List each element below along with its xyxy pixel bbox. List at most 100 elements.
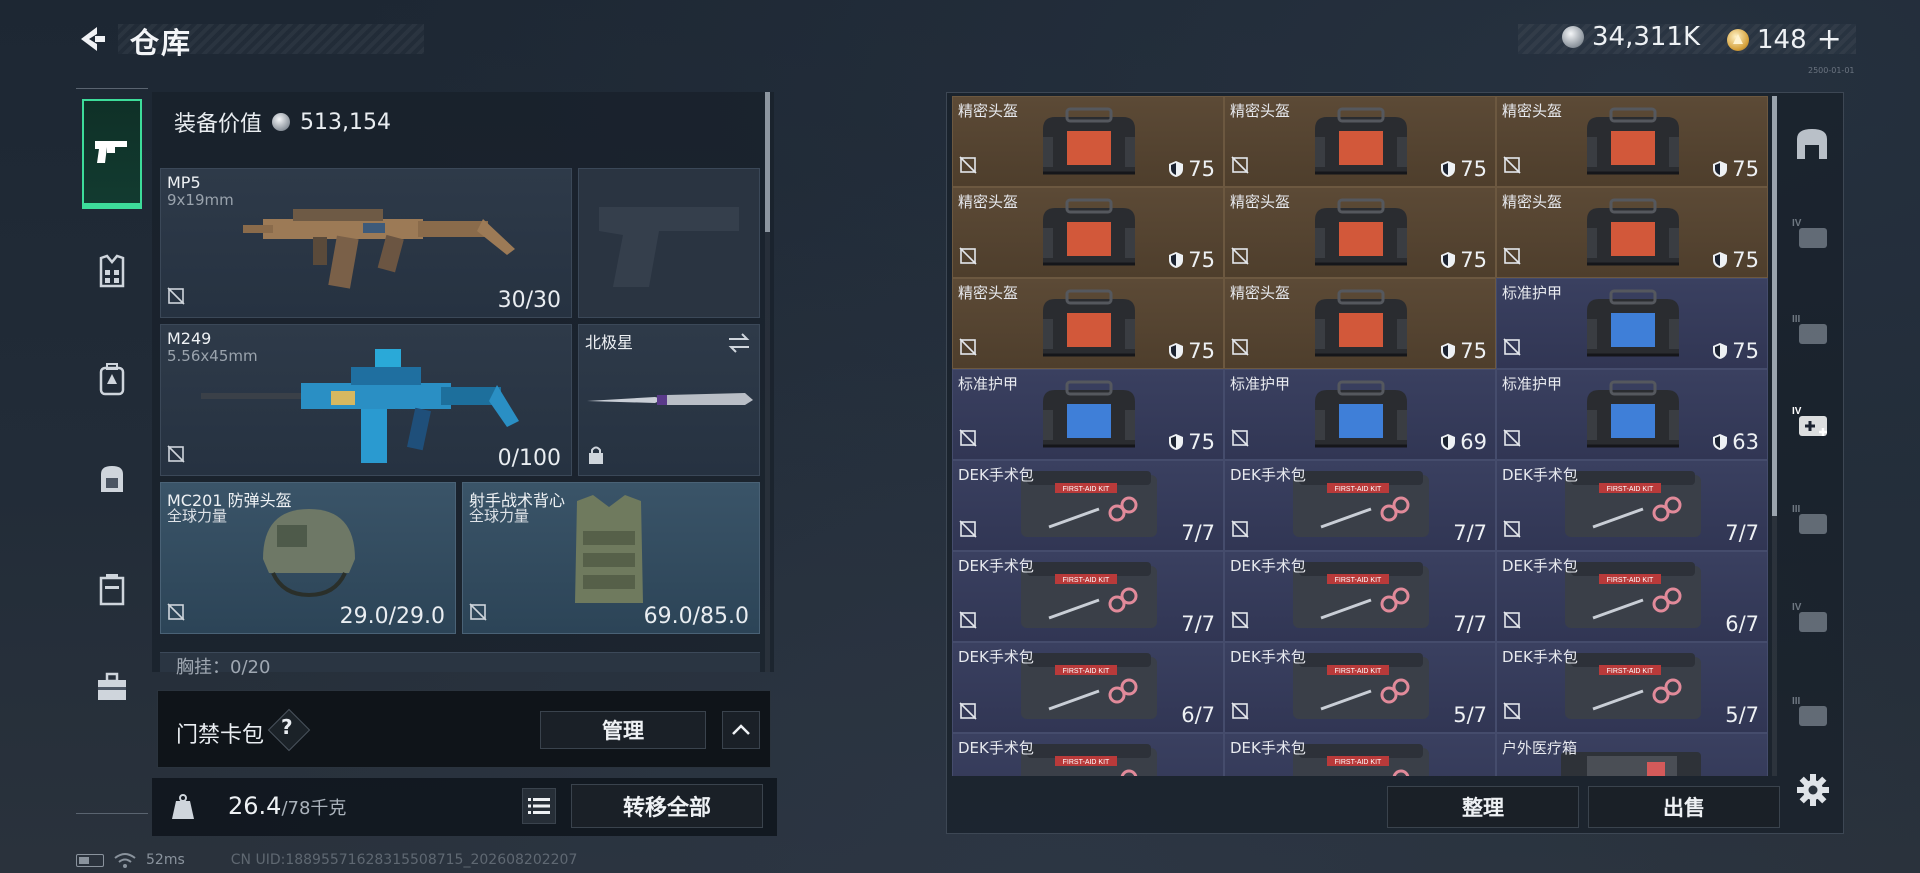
unmodifiable-icon <box>1231 156 1249 178</box>
warehouse-item-cell[interactable]: 精密头盔 75 <box>1224 96 1496 187</box>
unmodifiable-icon <box>1231 702 1249 724</box>
back-button[interactable] <box>74 22 108 56</box>
warehouse-item-cell[interactable]: 精密头盔 75 <box>952 278 1224 369</box>
item-name: 精密头盔 <box>1230 102 1291 120</box>
warehouse-item-cell[interactable]: FIRST-AID KIT DEK手术包 5/7 <box>1496 642 1768 733</box>
warehouse-item-cell[interactable]: FIRST-AID KIT DEK手术包 7/7 <box>952 460 1224 551</box>
item-value-text: 5/7 <box>1725 703 1759 727</box>
warehouse-item-cell[interactable]: 标准护甲 63 <box>1496 369 1768 460</box>
settings-button[interactable] <box>1793 770 1833 810</box>
item-name: DEK手术包 <box>958 466 1034 484</box>
warehouse-screen: 仓库 34,311K 148 + 2500-01-01 装备价值 513,154… <box>0 0 1920 873</box>
warehouse-item-cell[interactable]: FIRST-AID KIT DEK手术包 7/7 <box>1224 460 1496 551</box>
warehouse-item-cell[interactable]: 精密头盔 75 <box>1496 187 1768 278</box>
warehouse-item-cell[interactable]: 精密头盔 75 <box>1496 96 1768 187</box>
item-value: 7/7 <box>1725 521 1759 545</box>
durability-shield-icon <box>1441 434 1456 450</box>
item-name: DEK手术包 <box>1230 739 1306 757</box>
filter-item[interactable]: IV <box>1790 212 1834 256</box>
transfer-all-button[interactable]: 转移全部 <box>571 784 763 828</box>
warehouse-item-cell[interactable]: 标准护甲 75 <box>952 369 1224 460</box>
item-name: DEK手术包 <box>1230 648 1306 666</box>
weight-max: /78千克 <box>281 798 347 819</box>
warehouse-item-cell[interactable]: FIRST-AID KIT DEK手术包 <box>952 733 1224 776</box>
item-name: 精密头盔 <box>1502 102 1563 120</box>
helmet-slot[interactable]: MC201 防弹头盔 全球力量 29.0/29.0 <box>160 482 456 634</box>
filter-item[interactable]: III <box>1790 498 1834 542</box>
durability-shield-icon <box>1169 434 1184 450</box>
item-value-text: 75 <box>1188 430 1215 454</box>
warehouse-item-cell[interactable]: 精密头盔 75 <box>1224 187 1496 278</box>
filter-item[interactable]: IV <box>1790 596 1834 640</box>
keycard-bar: 门禁卡包 ? 管理 <box>157 690 771 768</box>
armor-slot[interactable]: 射手战术背心 全球力量 69.0/85.0 <box>462 482 760 634</box>
warehouse-scroll-thumb[interactable] <box>1772 96 1777 516</box>
rail-item-backpack[interactable] <box>82 349 142 409</box>
filter-item[interactable]: III <box>1790 690 1834 734</box>
add-currency-button[interactable]: + <box>1817 22 1842 57</box>
knife-image <box>587 393 753 405</box>
warehouse-item-cell[interactable]: 精密头盔 75 <box>952 187 1224 278</box>
unmodifiable-icon <box>1503 520 1521 542</box>
chest-rig-row[interactable]: 胸挂：0/20 <box>160 652 760 678</box>
item-value-text: 63 <box>1732 430 1759 454</box>
warehouse-item-cell[interactable]: FIRST-AID KIT DEK手术包 6/7 <box>1496 551 1768 642</box>
gold-coin-icon <box>1727 28 1749 51</box>
rail-item-container[interactable] <box>82 559 142 619</box>
unmodifiable-icon <box>1503 247 1521 269</box>
item-name: 精密头盔 <box>1230 193 1291 211</box>
warehouse-item-cell[interactable]: FIRST-AID KIT DEK手术包 6/7 <box>952 642 1224 733</box>
svg-text:FIRST-AID KIT: FIRST-AID KIT <box>1063 668 1110 675</box>
gear-bag-icon <box>101 466 123 492</box>
item-value-text: 7/7 <box>1181 612 1215 636</box>
warehouse-item-cell[interactable]: 标准护甲 75 <box>1496 278 1768 369</box>
durability-shield-icon <box>1441 252 1456 268</box>
warehouse-item-cell[interactable]: FIRST-AID KIT DEK手术包 <box>1224 733 1496 776</box>
svg-text:IV: IV <box>1792 406 1802 417</box>
filter-item[interactable] <box>1790 122 1834 166</box>
armor-image <box>575 495 643 603</box>
rail-item-vest[interactable] <box>82 241 142 301</box>
melee-slot[interactable]: 北极星 <box>578 324 760 476</box>
svg-text:FIRST-AID KIT: FIRST-AID KIT <box>1607 668 1654 675</box>
warehouse-item-cell[interactable]: FIRST-AID KIT DEK手术包 5/7 <box>1224 642 1496 733</box>
unmodifiable-icon <box>469 603 487 625</box>
warehouse-item-cell[interactable]: 标准护甲 69 <box>1224 369 1496 460</box>
item-name: 精密头盔 <box>1502 193 1563 211</box>
rail-item-weapons[interactable] <box>82 99 142 209</box>
equipment-scroll-thumb[interactable] <box>765 92 770 232</box>
warehouse-item-cell[interactable]: 户外医疗箱 <box>1496 733 1768 776</box>
rail-item-toolbox[interactable] <box>82 657 142 717</box>
m249-weapon-image <box>201 349 519 463</box>
warehouse-item-cell[interactable]: FIRST-AID KIT DEK手术包 7/7 <box>952 551 1224 642</box>
unmodifiable-icon <box>1231 338 1249 360</box>
filter-item[interactable]: IV <box>1790 400 1834 444</box>
filter-item[interactable]: III <box>1790 308 1834 352</box>
warehouse-item-cell[interactable]: FIRST-AID KIT DEK手术包 7/7 <box>1496 460 1768 551</box>
swap-icon[interactable] <box>727 333 751 357</box>
primary-weapon-2-slot[interactable]: M249 5.56x45mm 0/100 <box>160 324 572 476</box>
svg-text:FIRST-AID KIT: FIRST-AID KIT <box>1063 486 1110 493</box>
gold-currency[interactable]: 148 + <box>1727 22 1842 57</box>
durability-shield-icon <box>1713 434 1728 450</box>
warehouse-item-cell[interactable]: FIRST-AID KIT DEK手术包 7/7 <box>1224 551 1496 642</box>
warehouse-item-cell[interactable]: 精密头盔 75 <box>1224 278 1496 369</box>
list-view-button[interactable] <box>522 788 556 824</box>
item-value: 75 <box>1712 248 1759 272</box>
warehouse-grid[interactable]: 精密头盔 75 精密头盔 75 精密头盔 75 精密头盔 75 精密头盔 75 精密头盔 75 精密头盔… <box>952 96 1768 776</box>
sort-button[interactable]: 整理 <box>1387 786 1579 828</box>
item-value-text: 7/7 <box>1725 521 1759 545</box>
primary-weapon-slot[interactable]: MP5 9x19mm 30/30 <box>160 168 572 318</box>
manage-button[interactable]: 管理 <box>540 711 706 749</box>
collapse-button[interactable] <box>722 711 760 749</box>
all-items-icon <box>1797 129 1827 159</box>
item-value-text: 75 <box>1188 248 1215 272</box>
unmodifiable-icon <box>1503 702 1521 724</box>
item-name: 标准护甲 <box>1230 375 1291 393</box>
rail-item-gear-bag[interactable] <box>82 449 142 509</box>
secondary-weapon-slot[interactable] <box>578 168 760 318</box>
sell-button[interactable]: 出售 <box>1588 786 1780 828</box>
item-name: DEK手术包 <box>1502 466 1578 484</box>
item-value-text: 6/7 <box>1725 612 1759 636</box>
warehouse-item-cell[interactable]: 精密头盔 75 <box>952 96 1224 187</box>
